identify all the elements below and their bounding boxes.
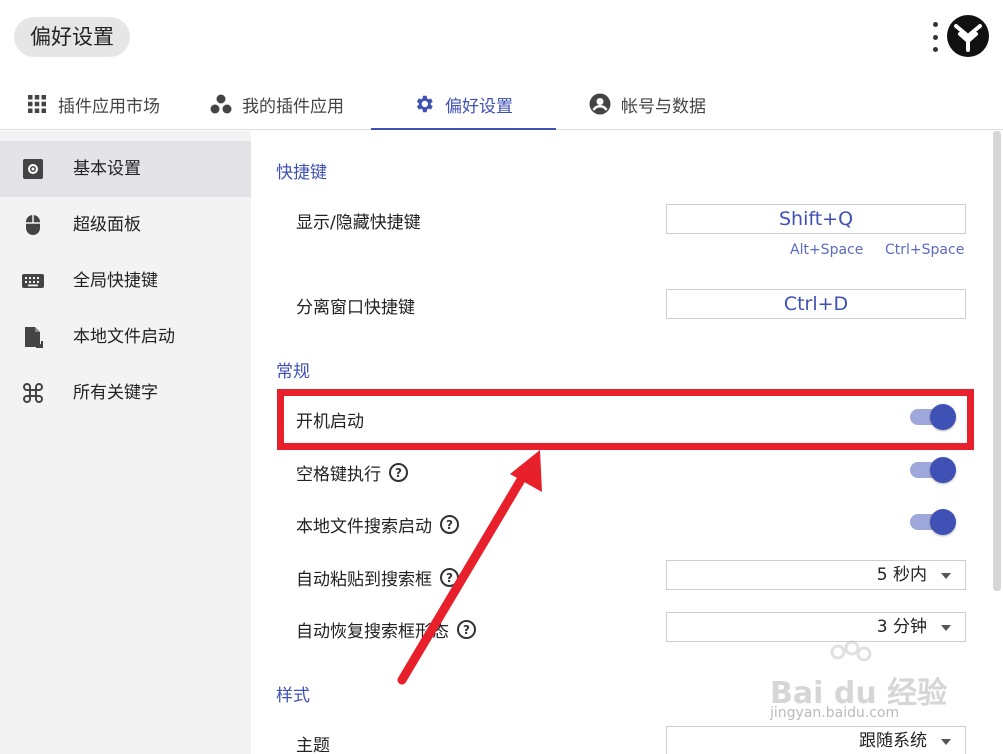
tab-my-plugins[interactable]: 我的插件应用: [210, 78, 344, 130]
section-title-shortcuts: 快捷键: [276, 163, 327, 183]
sidebar-item-label: 超级面板: [73, 215, 141, 235]
show-hide-shortcut-label: 显示/隐藏快捷键: [296, 208, 421, 233]
section-title-style: 样式: [276, 686, 310, 706]
local-search-toggle[interactable]: [908, 508, 956, 536]
sidebar: 基本设置 超级面板 全局快捷键 本地文件启动 所有关键字: [0, 131, 251, 754]
auto-restore-label: 自动恢复搜索框形态 ?: [296, 617, 476, 642]
label-text: 主题: [296, 736, 330, 754]
select-value: 5 秒内: [876, 565, 927, 585]
sidebar-item-local-file-launch[interactable]: 本地文件启动: [0, 309, 251, 365]
sidebar-item-label: 本地文件启动: [73, 327, 175, 347]
keyboard-icon: [22, 274, 44, 288]
label-text: 自动粘贴到搜索框: [296, 570, 432, 590]
toggle-knob: [930, 509, 956, 535]
watermark-url: jingyan.baidu.com: [770, 705, 900, 721]
toggle-knob: [930, 457, 956, 483]
command-icon: [23, 383, 43, 403]
label-text: 分离窗口快捷键: [296, 298, 415, 318]
tab-label: 插件应用市场: [58, 96, 160, 117]
mouse-icon: [26, 215, 40, 235]
dropdown-arrow-icon: [941, 739, 951, 745]
tab-label: 我的插件应用: [242, 96, 344, 117]
theme-label: 主题: [296, 731, 330, 754]
show-hide-shortcut-input[interactable]: Shift+Q: [666, 204, 966, 234]
help-icon[interactable]: ?: [457, 620, 476, 639]
sidebar-item-super-panel[interactable]: 超级面板: [0, 197, 251, 253]
select-value: 3 分钟: [876, 617, 927, 637]
help-icon[interactable]: ?: [440, 568, 459, 587]
space-exec-label: 空格键执行 ?: [296, 460, 408, 485]
scrollbar[interactable]: [993, 131, 1001, 591]
dropdown-arrow-icon: [941, 573, 951, 579]
help-icon[interactable]: ?: [440, 515, 459, 534]
file-launch-icon: [25, 327, 43, 348]
sidebar-item-global-shortcuts[interactable]: 全局快捷键: [0, 253, 251, 309]
active-tab-indicator: [371, 128, 556, 130]
local-search-label: 本地文件搜索启动 ?: [296, 512, 459, 537]
detach-window-shortcut-label: 分离窗口快捷键: [296, 293, 415, 318]
dropdown-arrow-icon: [941, 625, 951, 631]
app-logo[interactable]: [946, 14, 990, 58]
auto-paste-select[interactable]: 5 秒内: [666, 560, 966, 590]
space-exec-toggle[interactable]: [908, 456, 956, 484]
sidebar-item-label: 全局快捷键: [73, 271, 158, 291]
bubbles-icon: [210, 93, 232, 115]
tab-bar: 插件应用市场 我的插件应用 偏好设置 帐号与数据: [0, 78, 1003, 130]
hint-ctrl-space[interactable]: Ctrl+Space: [885, 242, 964, 258]
help-icon[interactable]: ?: [389, 463, 408, 482]
select-value: 跟随系统: [859, 731, 927, 751]
sidebar-item-label: 基本设置: [73, 159, 141, 179]
auto-restore-select[interactable]: 3 分钟: [666, 612, 966, 642]
tab-account-data[interactable]: 帐号与数据: [589, 78, 706, 130]
detach-window-shortcut-input[interactable]: Ctrl+D: [666, 289, 966, 319]
apps-grid-icon: [26, 93, 48, 115]
top-bar: 偏好设置: [0, 0, 1003, 78]
settings-box-icon: [23, 159, 43, 179]
gear-icon: [413, 93, 435, 115]
sidebar-item-label: 所有关键字: [73, 383, 158, 403]
theme-select[interactable]: 跟随系统: [666, 726, 966, 754]
more-vert-icon[interactable]: [928, 22, 942, 52]
sidebar-item-basic-settings[interactable]: 基本设置: [0, 141, 251, 197]
annotation-highlight-box: [277, 389, 974, 450]
section-title-general: 常规: [276, 362, 310, 382]
auto-paste-label: 自动粘贴到搜索框 ?: [296, 565, 459, 590]
hint-alt-space[interactable]: Alt+Space: [790, 242, 863, 258]
label-text: 空格键执行: [296, 465, 381, 485]
sidebar-item-all-keywords[interactable]: 所有关键字: [0, 365, 251, 421]
window-title: 偏好设置: [14, 17, 130, 57]
tab-preferences[interactable]: 偏好设置: [413, 78, 513, 130]
tab-label: 帐号与数据: [621, 96, 706, 117]
label-text: 本地文件搜索启动: [296, 517, 432, 537]
tab-label: 偏好设置: [445, 96, 513, 117]
tab-plugin-market[interactable]: 插件应用市场: [26, 78, 160, 130]
label-text: 显示/隐藏快捷键: [296, 213, 421, 233]
label-text: 自动恢复搜索框形态: [296, 622, 449, 642]
account-circle-icon: [589, 93, 611, 115]
